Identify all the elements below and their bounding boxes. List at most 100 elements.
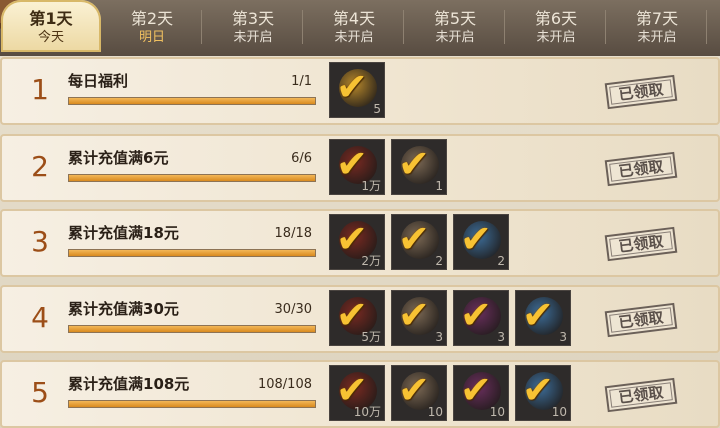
reward-quantity: 5万 — [361, 330, 381, 344]
tab-day-1[interactable]: 第1天今天 — [1, 0, 101, 52]
task-progress-bar — [68, 174, 316, 182]
tab-status-label: 今天 — [37, 30, 64, 45]
tab-day-label: 第2天 — [130, 9, 174, 28]
tab-day-label: 第1天 — [29, 9, 73, 28]
reward-quantity: 10 — [427, 405, 443, 419]
task-progress-bar — [68, 249, 316, 257]
reward-item[interactable]: ✔ 2万 — [329, 214, 385, 270]
tab-day-label: 第3天 — [231, 9, 275, 28]
reward-item[interactable]: ✔ 2 — [391, 214, 447, 270]
task-row: 4 累计充值满30元 30/30 ✔ 5万 ✔ 3 ✔ 3 ✔ 3 已领取 — [0, 285, 720, 353]
claimed-check-icon: ✔ — [398, 142, 430, 186]
task-progress-bar — [68, 400, 316, 408]
task-progress-bar — [68, 97, 316, 105]
claimed-check-icon: ✔ — [336, 65, 368, 109]
tab-status-label: 未开启 — [637, 30, 677, 45]
reward-item[interactable]: ✔ 2 — [453, 214, 509, 270]
task-title: 累计充值满108元 — [68, 375, 190, 393]
reward-item[interactable]: ✔ 5 — [329, 62, 385, 118]
claimed-stamp: 已领取 — [604, 226, 678, 262]
tab-divider — [302, 10, 303, 44]
reward-item[interactable]: ✔ 3 — [515, 290, 571, 346]
reward-item[interactable]: ✔ 10万 — [329, 365, 385, 421]
task-number: 3 — [31, 225, 49, 258]
claimed-check-icon: ✔ — [460, 368, 492, 412]
tab-status-label: 未开启 — [435, 30, 475, 45]
reward-quantity: 5 — [373, 102, 381, 116]
tab-day-2[interactable]: 第2天明日 — [102, 0, 202, 52]
tab-divider — [201, 10, 202, 44]
reward-item[interactable]: ✔ 1万 — [329, 139, 385, 195]
tab-status-label: 未开启 — [233, 30, 273, 45]
claimed-check-icon: ✔ — [522, 293, 554, 337]
task-title: 累计充值满30元 — [68, 300, 179, 318]
tab-divider — [403, 10, 404, 44]
task-number: 2 — [31, 150, 49, 183]
task-progress-fill — [69, 401, 315, 407]
tab-day-4[interactable]: 第4天未开启 — [304, 0, 404, 52]
task-progress-fill — [69, 250, 315, 256]
reward-item[interactable]: ✔ 10 — [515, 365, 571, 421]
task-number: 4 — [31, 301, 49, 334]
tab-divider — [504, 10, 505, 44]
reward-quantity: 2万 — [361, 254, 381, 268]
day-tab-bar: 第1天 今天 第2天 明日 第3天 未开启 第4天 未开启 第5天 未开启 第6天 未开启 第7天 未开启 — [0, 0, 720, 56]
reward-item[interactable]: ✔ 3 — [391, 290, 447, 346]
tab-day-5[interactable]: 第5天未开启 — [405, 0, 505, 52]
claimed-stamp: 已领取 — [604, 302, 678, 338]
tab-day-label: 第6天 — [534, 9, 578, 28]
reward-quantity: 2 — [497, 254, 505, 268]
reward-item[interactable]: ✔ 3 — [453, 290, 509, 346]
task-row: 1 每日福利 1/1 ✔ 5 已领取 — [0, 57, 720, 125]
task-progress-text: 1/1 — [291, 74, 312, 89]
reward-quantity: 1 — [435, 179, 443, 193]
task-title: 累计充值满6元 — [68, 149, 169, 167]
claimed-check-icon: ✔ — [522, 368, 554, 412]
reward-item[interactable]: ✔ 5万 — [329, 290, 385, 346]
task-progress-bar — [68, 325, 316, 333]
task-progress-text: 6/6 — [291, 151, 312, 166]
task-number: 1 — [31, 73, 49, 106]
tab-day-label: 第4天 — [332, 9, 376, 28]
claimed-stamp: 已领取 — [604, 377, 678, 413]
claimed-check-icon: ✔ — [398, 368, 430, 412]
task-progress-fill — [69, 175, 315, 181]
tab-status-label: 明日 — [138, 30, 165, 45]
reward-quantity: 3 — [497, 330, 505, 344]
tab-day-3[interactable]: 第3天未开启 — [203, 0, 303, 52]
reward-item[interactable]: ✔ 10 — [391, 365, 447, 421]
task-number: 5 — [31, 376, 49, 409]
claimed-stamp: 已领取 — [604, 74, 678, 110]
reward-quantity: 10 — [489, 405, 505, 419]
task-row: 5 累计充值满108元 108/108 ✔ 10万 ✔ 10 ✔ 10 ✔ 10 已领取 — [0, 360, 720, 428]
tab-divider — [605, 10, 606, 44]
task-title: 每日福利 — [68, 72, 129, 90]
claimed-check-icon: ✔ — [398, 217, 430, 261]
tab-day-label: 第5天 — [433, 9, 477, 28]
task-row: 2 累计充值满6元 6/6 ✔ 1万 ✔ 1 已领取 — [0, 134, 720, 202]
claimed-check-icon: ✔ — [460, 217, 492, 261]
tab-status-label: 未开启 — [334, 30, 374, 45]
reward-item[interactable]: ✔ 10 — [453, 365, 509, 421]
reward-quantity: 3 — [435, 330, 443, 344]
reward-quantity: 1万 — [361, 179, 381, 193]
task-progress-text: 30/30 — [274, 302, 312, 317]
reward-item[interactable]: ✔ 1 — [391, 139, 447, 195]
claimed-stamp: 已领取 — [604, 151, 678, 187]
reward-quantity: 3 — [559, 330, 567, 344]
task-progress-fill — [69, 326, 315, 332]
reward-quantity: 2 — [435, 254, 443, 268]
tab-day-label: 第7天 — [635, 9, 679, 28]
tab-status-label: 未开启 — [536, 30, 576, 45]
reward-quantity: 10万 — [353, 405, 381, 419]
task-row: 3 累计充值满18元 18/18 ✔ 2万 ✔ 2 ✔ 2 已领取 — [0, 209, 720, 277]
tab-day-6[interactable]: 第6天未开启 — [506, 0, 606, 52]
task-progress-fill — [69, 98, 315, 104]
tab-divider — [706, 10, 707, 44]
claimed-check-icon: ✔ — [398, 293, 430, 337]
task-progress-text: 18/18 — [274, 226, 312, 241]
reward-quantity: 10 — [551, 405, 567, 419]
claimed-check-icon: ✔ — [460, 293, 492, 337]
task-progress-text: 108/108 — [257, 377, 312, 392]
tab-day-7[interactable]: 第7天未开启 — [607, 0, 707, 52]
